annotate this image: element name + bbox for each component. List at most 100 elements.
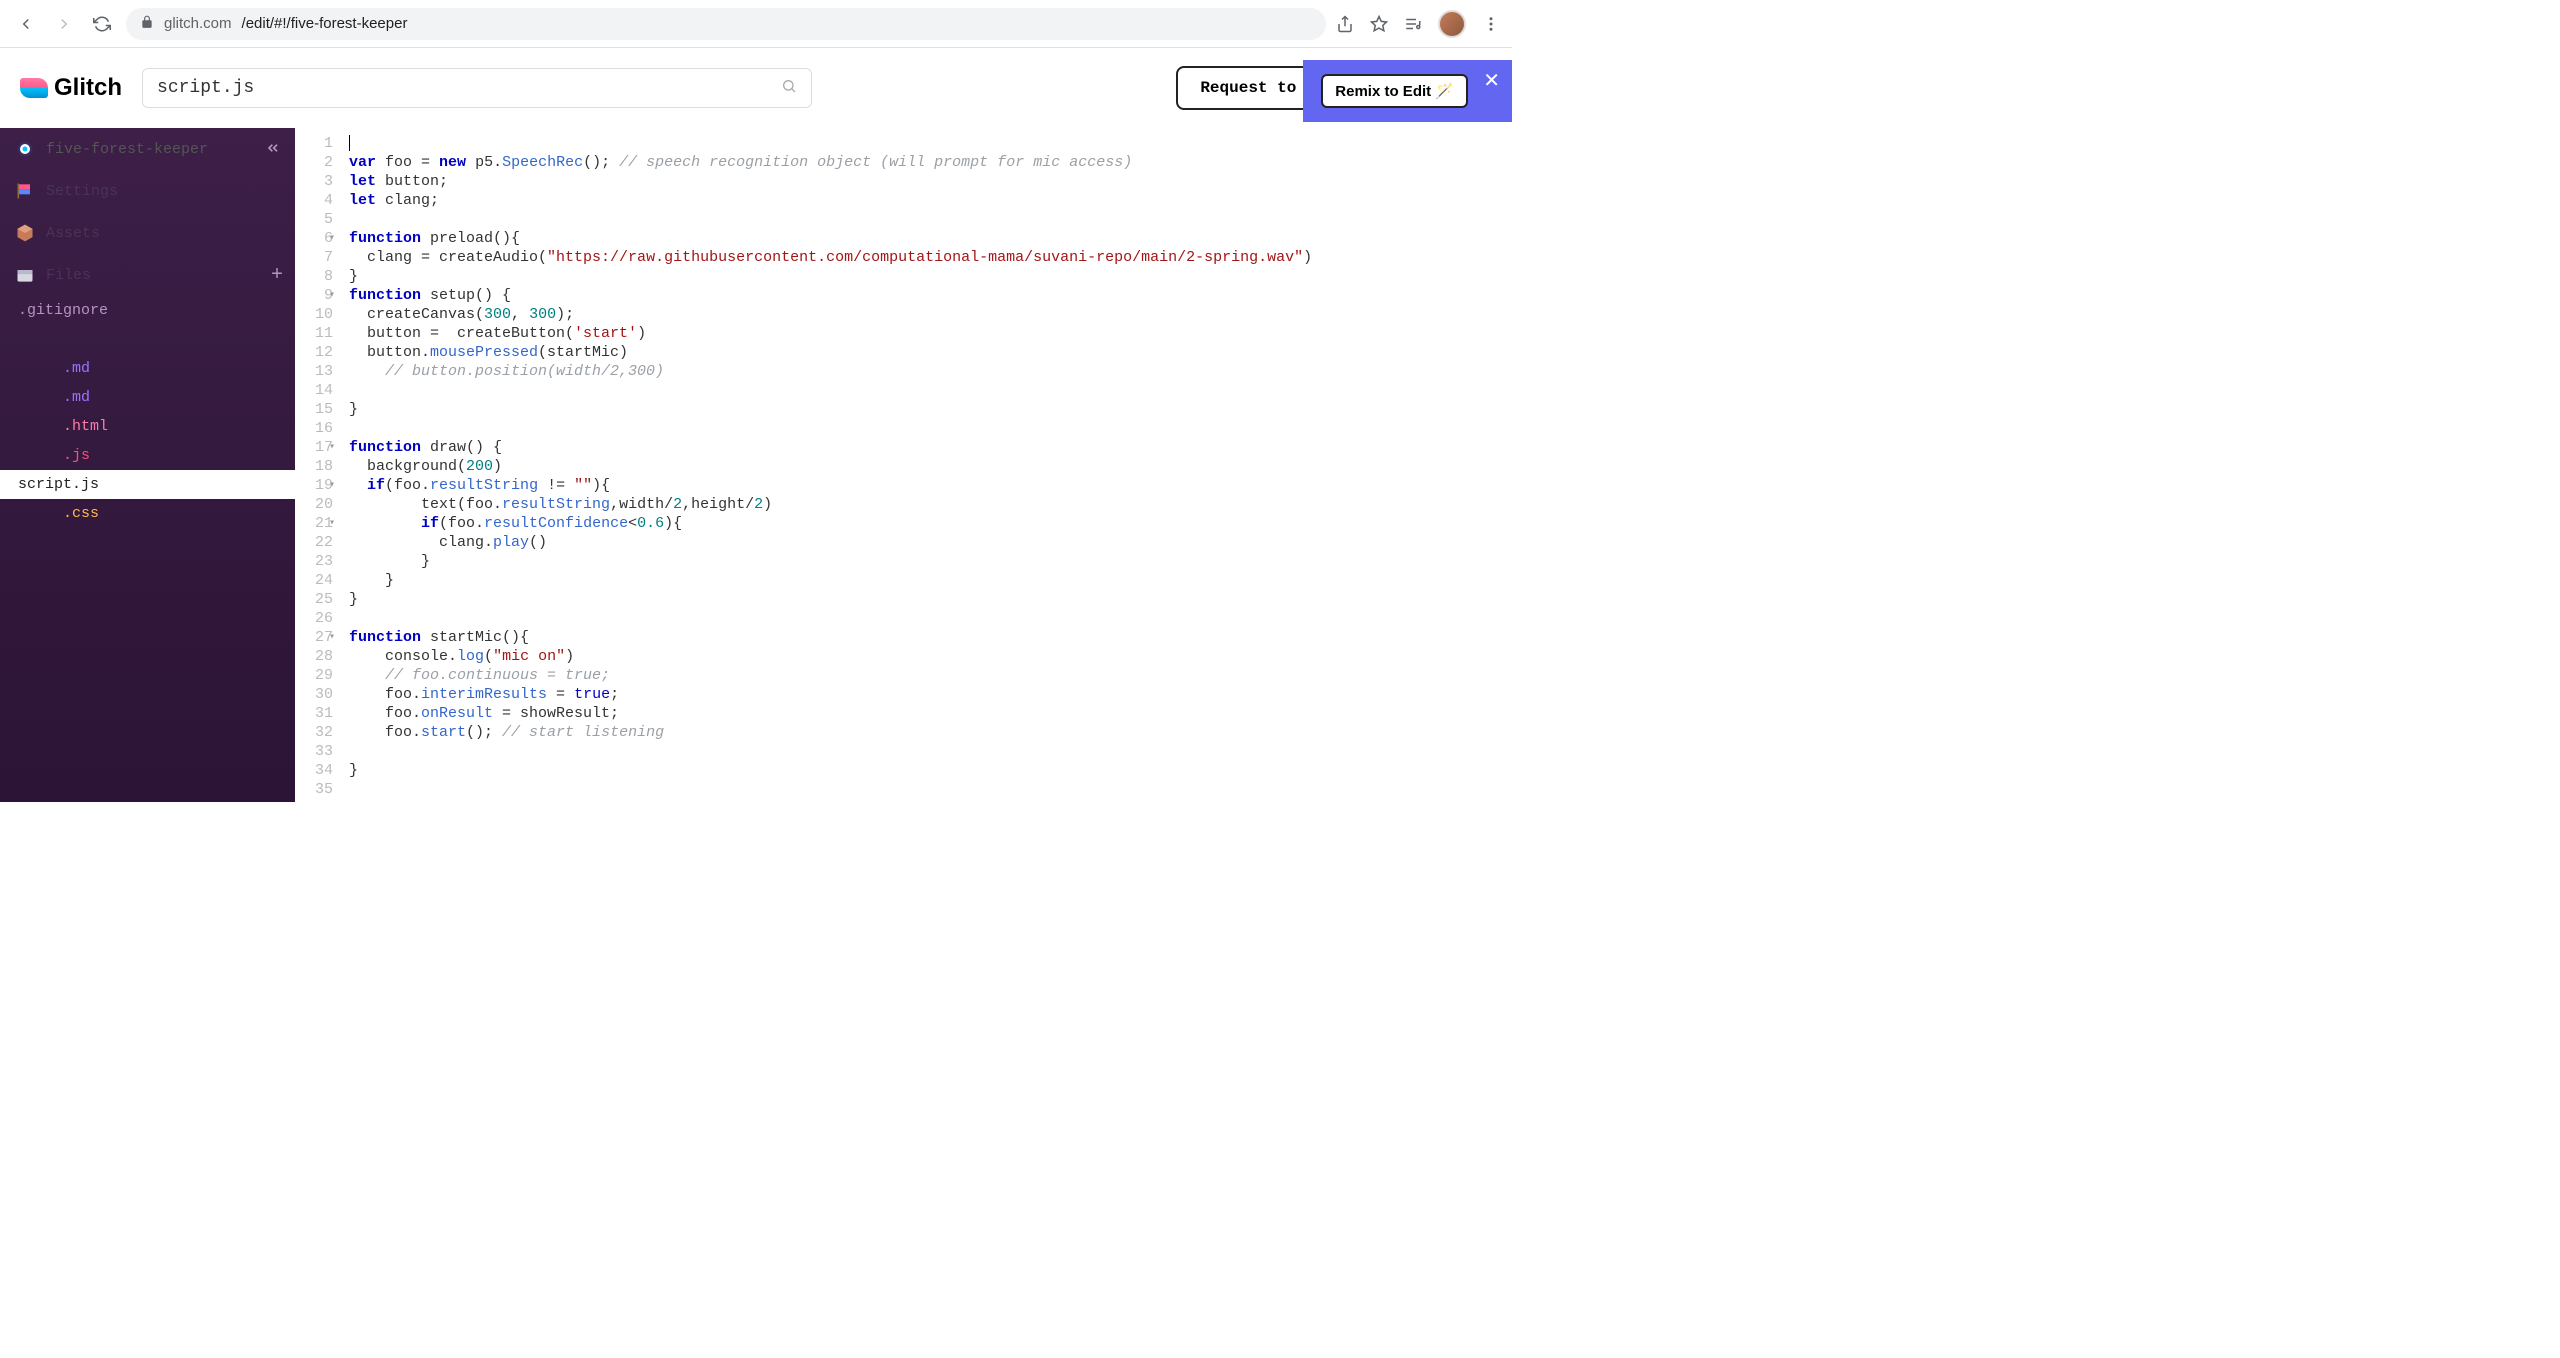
code-line[interactable]: } bbox=[349, 590, 1512, 609]
line-number: 32 bbox=[295, 723, 333, 742]
code-line[interactable]: createCanvas(300, 300); bbox=[349, 305, 1512, 324]
fold-icon[interactable]: ▾ bbox=[329, 286, 335, 305]
code-line[interactable]: background(200) bbox=[349, 457, 1512, 476]
line-number: 28 bbox=[295, 647, 333, 666]
code-area[interactable]: var foo = new p5.SpeechRec(); // speech … bbox=[341, 128, 1512, 802]
file-search[interactable] bbox=[142, 68, 812, 108]
url-host: glitch.com bbox=[164, 15, 232, 32]
code-line[interactable]: foo.start(); // start listening bbox=[349, 723, 1512, 742]
file-item[interactable]: .md bbox=[0, 354, 295, 383]
file-item[interactable]: .md bbox=[0, 383, 295, 412]
box-icon bbox=[14, 222, 36, 244]
code-line[interactable]: button.mousePressed(startMic) bbox=[349, 343, 1512, 362]
line-number: 18 bbox=[295, 457, 333, 476]
menu-icon[interactable] bbox=[1482, 15, 1500, 33]
code-line[interactable] bbox=[349, 381, 1512, 400]
code-line[interactable]: function setup() { bbox=[349, 286, 1512, 305]
code-line[interactable]: function draw() { bbox=[349, 438, 1512, 457]
line-number: 13 bbox=[295, 362, 333, 381]
file-item[interactable] bbox=[0, 325, 295, 354]
line-number: 1 bbox=[295, 134, 333, 153]
line-number-gutter: 123456▾789▾1011121314151617▾1819▾2021▾22… bbox=[295, 128, 341, 802]
address-bar[interactable]: glitch.com/edit/#!/five-forest-keeper bbox=[126, 8, 1326, 40]
code-line[interactable]: function preload(){ bbox=[349, 229, 1512, 248]
code-line[interactable]: } bbox=[349, 761, 1512, 780]
line-number: 27▾ bbox=[295, 628, 333, 647]
files-label: Files bbox=[46, 267, 91, 284]
main: five-forest-keeper Settings Assets Files… bbox=[0, 128, 1512, 802]
fold-icon[interactable]: ▾ bbox=[329, 514, 335, 533]
fold-icon[interactable]: ▾ bbox=[329, 476, 335, 495]
code-line[interactable] bbox=[349, 419, 1512, 438]
line-number: 5 bbox=[295, 210, 333, 229]
code-line[interactable] bbox=[349, 134, 1512, 153]
back-button[interactable] bbox=[12, 10, 40, 38]
code-editor[interactable]: 123456▾789▾1011121314151617▾1819▾2021▾22… bbox=[295, 128, 1512, 802]
code-line[interactable]: var foo = new p5.SpeechRec(); // speech … bbox=[349, 153, 1512, 172]
star-icon[interactable] bbox=[1370, 15, 1388, 33]
close-icon[interactable]: ✕ bbox=[1483, 68, 1500, 93]
glitch-logo[interactable]: Glitch bbox=[20, 74, 122, 102]
url-path: /edit/#!/five-forest-keeper bbox=[242, 15, 408, 32]
files-drawer-icon bbox=[14, 264, 36, 286]
code-line[interactable]: let button; bbox=[349, 172, 1512, 191]
code-line[interactable]: foo.onResult = showResult; bbox=[349, 704, 1512, 723]
code-line[interactable]: } bbox=[349, 552, 1512, 571]
code-line[interactable]: } bbox=[349, 267, 1512, 286]
assets-label: Assets bbox=[46, 225, 100, 242]
line-number: 2 bbox=[295, 153, 333, 172]
line-number: 15 bbox=[295, 400, 333, 419]
line-number: 35 bbox=[295, 780, 333, 799]
file-item[interactable]: .html bbox=[0, 412, 295, 441]
file-item[interactable]: .gitignore bbox=[0, 296, 295, 325]
file-item[interactable]: script.js bbox=[0, 470, 295, 499]
forward-button[interactable] bbox=[50, 10, 78, 38]
code-line[interactable]: function startMic(){ bbox=[349, 628, 1512, 647]
glitch-logo-icon bbox=[20, 78, 48, 98]
project-name-row[interactable]: five-forest-keeper bbox=[0, 128, 295, 170]
flag-icon bbox=[14, 180, 36, 202]
code-line[interactable]: // button.position(width/2,300) bbox=[349, 362, 1512, 381]
share-icon[interactable] bbox=[1336, 15, 1354, 33]
fold-icon[interactable]: ▾ bbox=[329, 438, 335, 457]
file-item[interactable]: .css bbox=[0, 499, 295, 528]
line-number: 14 bbox=[295, 381, 333, 400]
code-line[interactable]: clang.play() bbox=[349, 533, 1512, 552]
reload-button[interactable] bbox=[88, 10, 116, 38]
code-line[interactable]: button = createButton('start') bbox=[349, 324, 1512, 343]
glitch-logo-text: Glitch bbox=[54, 74, 122, 102]
line-number: 21▾ bbox=[295, 514, 333, 533]
code-line[interactable] bbox=[349, 609, 1512, 628]
code-line[interactable]: } bbox=[349, 400, 1512, 419]
remix-to-edit-button[interactable]: Remix to Edit 🪄 bbox=[1321, 74, 1468, 108]
fold-icon[interactable]: ▾ bbox=[329, 229, 335, 248]
code-line[interactable] bbox=[349, 742, 1512, 761]
code-line[interactable]: } bbox=[349, 571, 1512, 590]
file-item[interactable]: .js bbox=[0, 441, 295, 470]
playlist-icon[interactable] bbox=[1404, 15, 1422, 33]
code-line[interactable]: // foo.continuous = true; bbox=[349, 666, 1512, 685]
line-number: 24 bbox=[295, 571, 333, 590]
code-line[interactable]: console.log("mic on") bbox=[349, 647, 1512, 666]
collapse-sidebar-button[interactable] bbox=[261, 136, 285, 160]
project-name: five-forest-keeper bbox=[46, 141, 208, 158]
line-number: 29 bbox=[295, 666, 333, 685]
code-line[interactable]: text(foo.resultString,width/2,height/2) bbox=[349, 495, 1512, 514]
code-line[interactable] bbox=[349, 210, 1512, 229]
line-number: 33 bbox=[295, 742, 333, 761]
add-file-button[interactable]: + bbox=[271, 264, 283, 287]
fold-icon[interactable]: ▾ bbox=[329, 628, 335, 647]
profile-avatar[interactable] bbox=[1438, 10, 1466, 38]
line-number: 3 bbox=[295, 172, 333, 191]
code-line[interactable]: foo.interimResults = true; bbox=[349, 685, 1512, 704]
search-icon bbox=[781, 78, 797, 99]
code-line[interactable] bbox=[349, 780, 1512, 799]
code-line[interactable]: if(foo.resultString != ""){ bbox=[349, 476, 1512, 495]
line-number: 8 bbox=[295, 267, 333, 286]
code-line[interactable]: if(foo.resultConfidence<0.6){ bbox=[349, 514, 1512, 533]
code-line[interactable]: let clang; bbox=[349, 191, 1512, 210]
code-line[interactable]: clang = createAudio("https://raw.githubu… bbox=[349, 248, 1512, 267]
sidebar-item-assets[interactable]: Assets bbox=[0, 212, 295, 254]
sidebar-item-settings[interactable]: Settings bbox=[0, 170, 295, 212]
file-search-input[interactable] bbox=[157, 78, 781, 98]
